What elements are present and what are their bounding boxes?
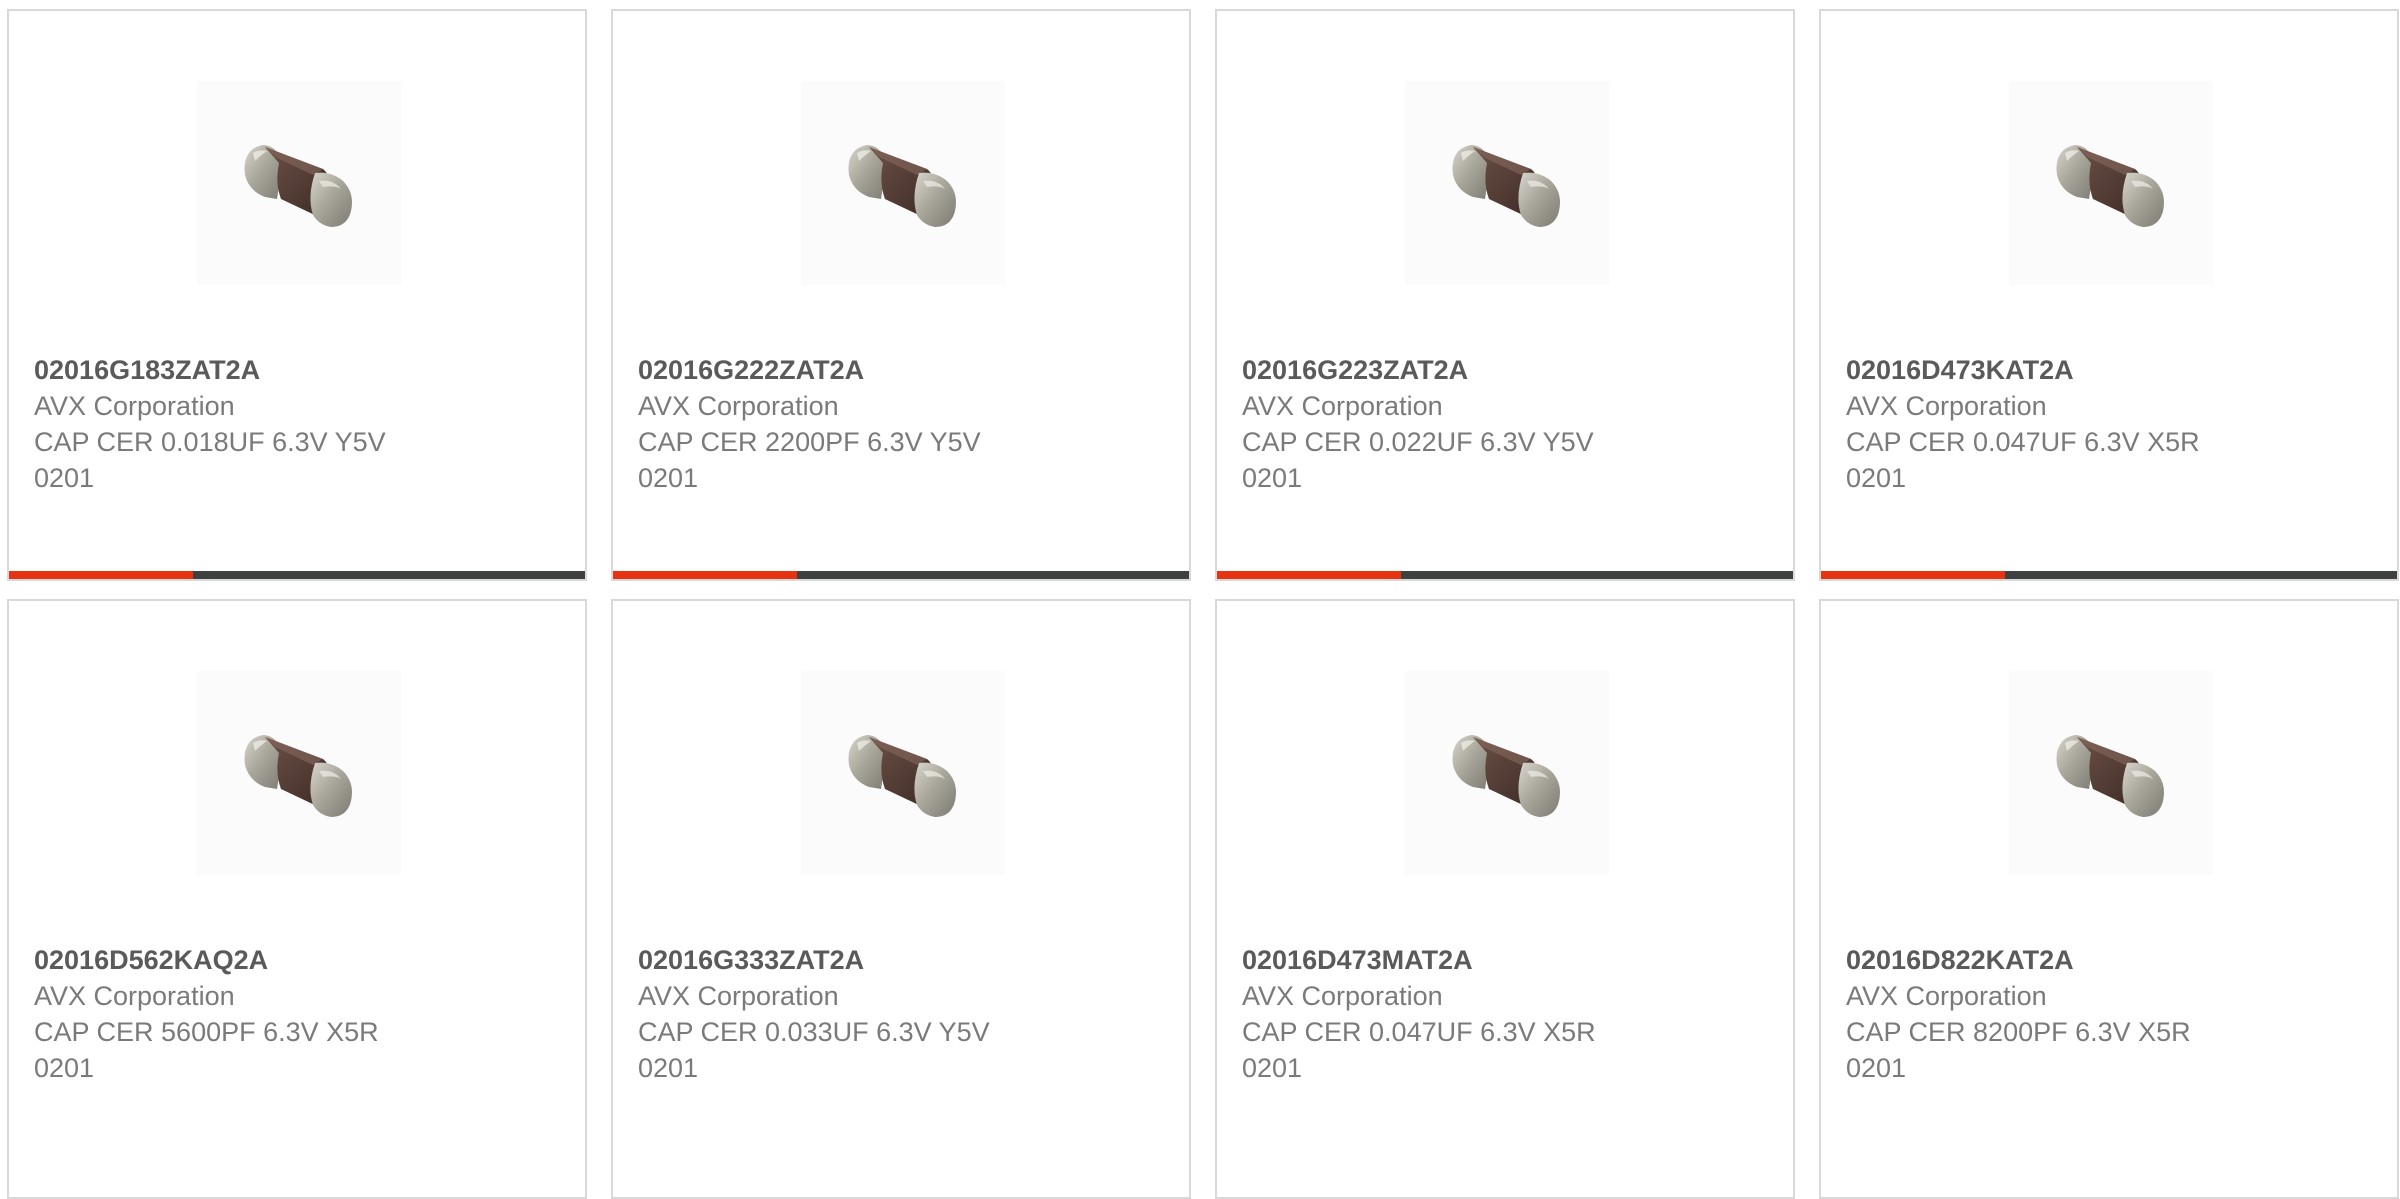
manufacturer-name: AVX Corporation	[638, 981, 839, 1011]
manufacturer-name: AVX Corporation	[638, 391, 839, 421]
card-accent-bar	[1821, 571, 2397, 579]
product-image[interactable]	[1405, 81, 1609, 285]
package-size: 0201	[638, 463, 699, 493]
card-accent-bar	[1217, 571, 1793, 579]
product-image[interactable]	[197, 671, 401, 875]
manufacturer-name: AVX Corporation	[34, 391, 235, 421]
part-number-link[interactable]: 02016G223ZAT2A	[1242, 352, 1783, 388]
product-card[interactable]: 02016D473MAT2A AVX Corporation CAP CER 0…	[1215, 599, 1795, 1199]
product-image[interactable]	[2009, 671, 2213, 875]
ceramic-capacitor-chip-icon	[1452, 145, 1560, 227]
ceramic-capacitor-chip-icon	[2056, 735, 2164, 817]
package-size: 0201	[34, 1053, 95, 1083]
product-description: CAP CER 2200PF 6.3V Y5V	[638, 427, 981, 457]
product-card[interactable]: 02016D822KAT2A AVX Corporation CAP CER 8…	[1819, 599, 2399, 1199]
product-image[interactable]	[2009, 81, 2213, 285]
package-size: 0201	[1846, 1053, 1907, 1083]
ceramic-capacitor-chip-icon	[2056, 145, 2164, 227]
product-image[interactable]	[801, 671, 1005, 875]
card-accent-bar-fill	[613, 571, 798, 579]
package-size: 0201	[638, 1053, 699, 1083]
product-info: 02016G183ZAT2A AVX Corporation CAP CER 0…	[34, 352, 575, 496]
part-number-link[interactable]: 02016G222ZAT2A	[638, 352, 1179, 388]
product-description: CAP CER 0.047UF 6.3V X5R	[1242, 1017, 1596, 1047]
part-number-link[interactable]: 02016D473MAT2A	[1242, 942, 1783, 978]
product-info: 02016D473MAT2A AVX Corporation CAP CER 0…	[1242, 942, 1783, 1086]
product-card[interactable]: 02016G183ZAT2A AVX Corporation CAP CER 0…	[7, 9, 587, 581]
card-accent-bar-fill	[9, 571, 194, 579]
manufacturer-name: AVX Corporation	[1242, 391, 1443, 421]
package-size: 0201	[1242, 1053, 1303, 1083]
ceramic-capacitor-chip-icon	[1452, 735, 1560, 817]
product-card[interactable]: 02016G333ZAT2A AVX Corporation CAP CER 0…	[611, 599, 1191, 1199]
product-card[interactable]: 02016D473KAT2A AVX Corporation CAP CER 0…	[1819, 9, 2399, 581]
card-accent-bar	[9, 571, 585, 579]
manufacturer-name: AVX Corporation	[1846, 981, 2047, 1011]
product-info: 02016G333ZAT2A AVX Corporation CAP CER 0…	[638, 942, 1179, 1086]
package-size: 0201	[1846, 463, 1907, 493]
product-description: CAP CER 5600PF 6.3V X5R	[34, 1017, 379, 1047]
card-accent-bar	[613, 571, 1189, 579]
part-number-link[interactable]: 02016G333ZAT2A	[638, 942, 1179, 978]
product-grid: 02016G183ZAT2A AVX Corporation CAP CER 0…	[0, 0, 2400, 1199]
product-image[interactable]	[197, 81, 401, 285]
product-info: 02016G222ZAT2A AVX Corporation CAP CER 2…	[638, 352, 1179, 496]
product-description: CAP CER 0.033UF 6.3V Y5V	[638, 1017, 990, 1047]
product-info: 02016G223ZAT2A AVX Corporation CAP CER 0…	[1242, 352, 1783, 496]
package-size: 0201	[1242, 463, 1303, 493]
manufacturer-name: AVX Corporation	[1846, 391, 2047, 421]
card-accent-bar-fill	[1217, 571, 1402, 579]
product-description: CAP CER 0.018UF 6.3V Y5V	[34, 427, 386, 457]
part-number-link[interactable]: 02016D473KAT2A	[1846, 352, 2387, 388]
product-card[interactable]: 02016D562KAQ2A AVX Corporation CAP CER 5…	[7, 599, 587, 1199]
product-info: 02016D822KAT2A AVX Corporation CAP CER 8…	[1846, 942, 2387, 1086]
product-image[interactable]	[1405, 671, 1609, 875]
product-info: 02016D473KAT2A AVX Corporation CAP CER 0…	[1846, 352, 2387, 496]
ceramic-capacitor-chip-icon	[848, 145, 956, 227]
product-info: 02016D562KAQ2A AVX Corporation CAP CER 5…	[34, 942, 575, 1086]
package-size: 0201	[34, 463, 95, 493]
ceramic-capacitor-chip-icon	[244, 145, 352, 227]
ceramic-capacitor-chip-icon	[244, 735, 352, 817]
product-description: CAP CER 8200PF 6.3V X5R	[1846, 1017, 2191, 1047]
part-number-link[interactable]: 02016G183ZAT2A	[34, 352, 575, 388]
product-card[interactable]: 02016G222ZAT2A AVX Corporation CAP CER 2…	[611, 9, 1191, 581]
part-number-link[interactable]: 02016D822KAT2A	[1846, 942, 2387, 978]
product-description: CAP CER 0.047UF 6.3V X5R	[1846, 427, 2200, 457]
manufacturer-name: AVX Corporation	[1242, 981, 1443, 1011]
ceramic-capacitor-chip-icon	[848, 735, 956, 817]
card-accent-bar-fill	[1821, 571, 2006, 579]
manufacturer-name: AVX Corporation	[34, 981, 235, 1011]
product-description: CAP CER 0.022UF 6.3V Y5V	[1242, 427, 1594, 457]
product-image[interactable]	[801, 81, 1005, 285]
product-card[interactable]: 02016G223ZAT2A AVX Corporation CAP CER 0…	[1215, 9, 1795, 581]
part-number-link[interactable]: 02016D562KAQ2A	[34, 942, 575, 978]
